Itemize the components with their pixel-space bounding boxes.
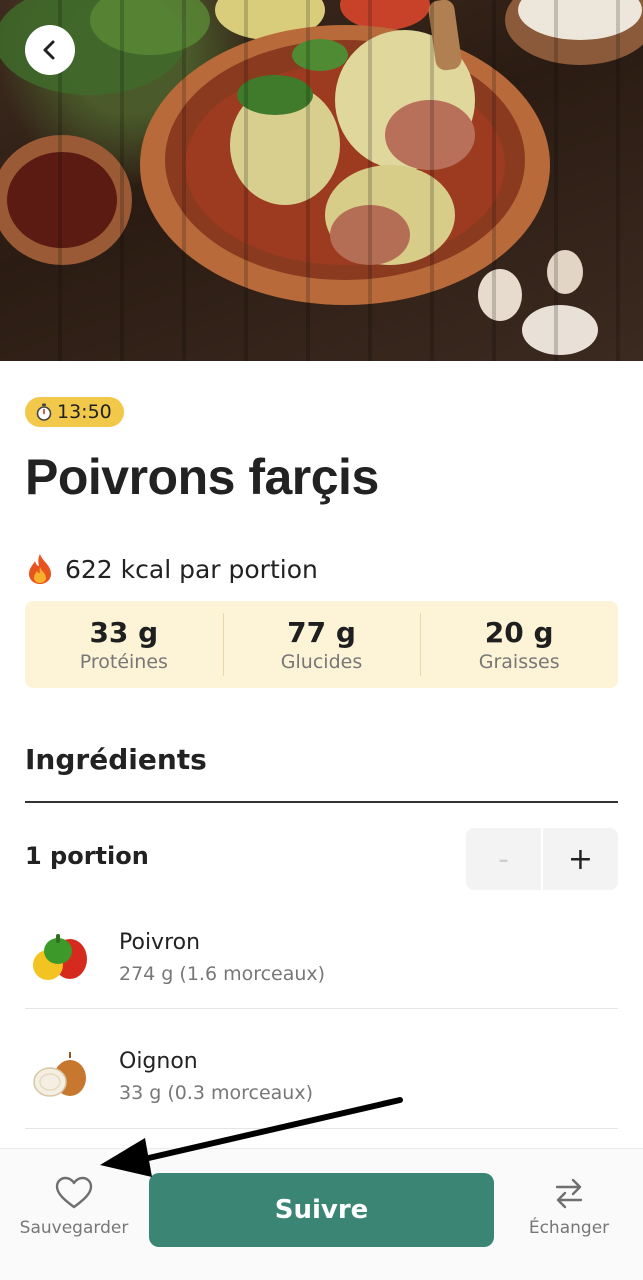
onion-icon: [25, 1046, 95, 1106]
macro-value: 77 g: [287, 616, 356, 649]
macros-panel: 33 g Protéines 77 g Glucides 20 g Graiss…: [25, 601, 618, 688]
macro-label: Glucides: [280, 651, 363, 673]
row-divider: [25, 1128, 618, 1129]
ingredient-row[interactable]: Poivron 274 g (1.6 morceaux): [25, 897, 618, 1017]
increase-portion-button[interactable]: +: [543, 828, 618, 890]
ingredient-quantity: 274 g (1.6 morceaux): [119, 962, 326, 985]
time-value: 13:50: [57, 401, 112, 423]
ingredients-heading: Ingrédients: [25, 743, 207, 776]
recipe-hero-image: [0, 0, 643, 361]
back-button[interactable]: [25, 25, 75, 75]
swap-button[interactable]: Échanger: [510, 1176, 628, 1238]
decrease-portion-button[interactable]: -: [466, 828, 543, 890]
section-divider: [25, 801, 618, 803]
macro-fat: 20 g Graisses: [420, 601, 618, 688]
ingredient-quantity: 33 g (0.3 morceaux): [119, 1081, 313, 1104]
macro-label: Graisses: [478, 651, 560, 673]
follow-button[interactable]: Suivre: [149, 1173, 494, 1247]
stopwatch-icon: [36, 403, 52, 421]
save-label: Sauvegarder: [19, 1218, 129, 1238]
ingredient-row[interactable]: Oignon 33 g (0.3 morceaux): [25, 1016, 618, 1136]
portion-stepper: - +: [466, 828, 618, 890]
swap-label: Échanger: [528, 1218, 610, 1238]
recipe-title: Poivrons farçis: [25, 449, 379, 505]
save-button[interactable]: Sauvegarder: [14, 1176, 134, 1238]
ingredient-name: Poivron: [119, 929, 201, 955]
heart-icon: [55, 1176, 93, 1209]
macro-value: 33 g: [89, 616, 159, 649]
ingredient-name: Oignon: [119, 1048, 198, 1074]
macro-value: 20 g: [484, 616, 554, 649]
fire-icon: [29, 554, 51, 584]
portion-label: 1 portion: [25, 842, 149, 870]
bell-pepper-icon: [25, 927, 95, 987]
macro-label: Protéines: [79, 651, 168, 673]
calories-text: 622 kcal par portion: [65, 554, 318, 584]
chevron-left-icon: [43, 40, 55, 60]
macro-protein: 33 g Protéines: [25, 601, 223, 688]
calories-line: 622 kcal par portion: [25, 553, 318, 585]
macro-carbs: 77 g Glucides: [222, 601, 421, 688]
time-badge: 13:50: [25, 397, 124, 427]
row-divider: [25, 1008, 618, 1009]
swap-arrows-icon: [555, 1178, 583, 1209]
